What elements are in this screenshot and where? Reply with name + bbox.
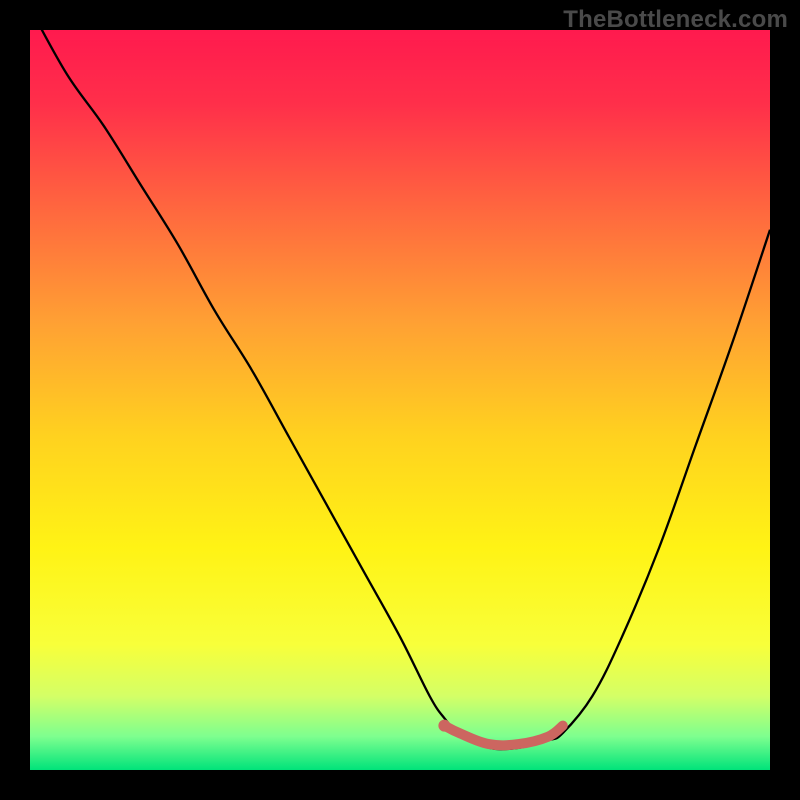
plot-area <box>30 30 770 770</box>
sweet-spot-start-dot <box>438 720 450 732</box>
curve-layer <box>30 30 770 770</box>
watermark-text: TheBottleneck.com <box>563 6 788 34</box>
bottleneck-curve <box>30 30 770 749</box>
sweet-spot-highlight <box>444 726 562 746</box>
chart-frame: TheBottleneck.com <box>0 0 800 800</box>
